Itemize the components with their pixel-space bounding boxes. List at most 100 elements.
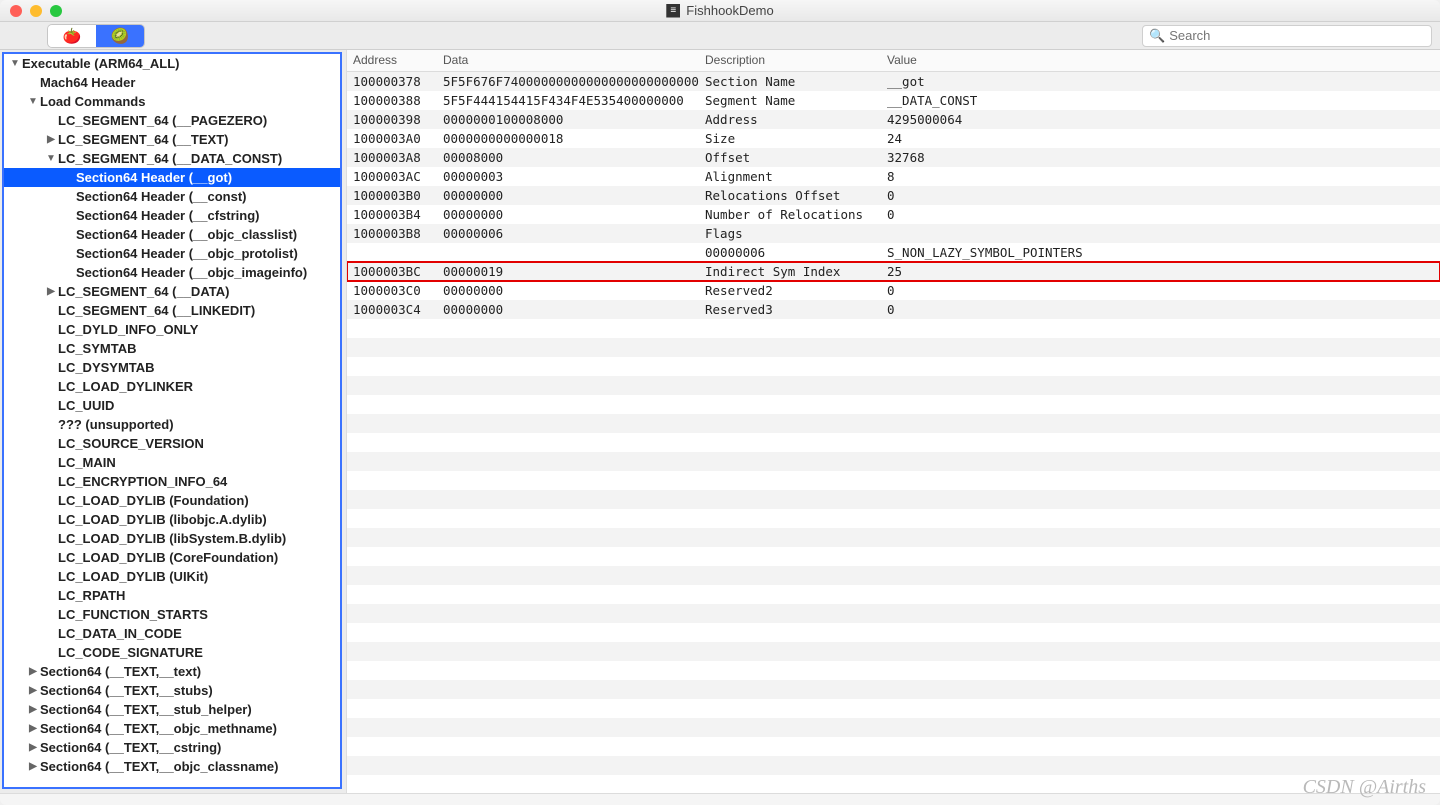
cell-val: S_NON_LAZY_SYMBOL_POINTERS xyxy=(881,242,1440,263)
tree-item[interactable]: LC_SEGMENT_64 (__TEXT) xyxy=(4,130,340,149)
cell-desc: Relocations Offset xyxy=(699,185,881,206)
tree-item-label: LC_LOAD_DYLIB (Foundation) xyxy=(58,493,249,508)
tree-item[interactable]: Mach64 Header xyxy=(4,73,340,92)
close-button[interactable] xyxy=(10,5,22,17)
table-row-empty xyxy=(347,528,1440,547)
table-row[interactable]: 1000003980000000100008000Address42950000… xyxy=(347,110,1440,129)
tree-item[interactable]: Section64 Header (__cfstring) xyxy=(4,206,340,225)
table-row-empty xyxy=(347,699,1440,718)
disclosure-triangle-icon[interactable] xyxy=(28,96,38,107)
table-row[interactable]: 1000003785F5F676F74000000000000000000000… xyxy=(347,72,1440,91)
table-row[interactable]: 1000003C400000000Reserved30 xyxy=(347,300,1440,319)
disclosure-triangle-icon[interactable] xyxy=(10,58,20,69)
disclosure-triangle-icon[interactable] xyxy=(46,286,56,297)
table-body[interactable]: 1000003785F5F676F74000000000000000000000… xyxy=(347,72,1440,793)
tree-item[interactable]: LC_SOURCE_VERSION xyxy=(4,434,340,453)
tree-item-label: Section64 Header (__const) xyxy=(76,189,247,204)
tree-item[interactable]: Section64 Header (__got) xyxy=(4,168,340,187)
tree-item[interactable]: Section64 (__TEXT,__text) xyxy=(4,662,340,681)
col-value[interactable]: Value xyxy=(881,50,1440,71)
disclosure-triangle-icon[interactable] xyxy=(46,134,56,145)
cell-addr: 1000003B4 xyxy=(347,204,437,225)
disclosure-triangle-icon[interactable] xyxy=(28,761,38,772)
tree-item[interactable]: LC_DYLD_INFO_ONLY xyxy=(4,320,340,339)
tree-item[interactable]: LC_FUNCTION_STARTS xyxy=(4,605,340,624)
tree-item[interactable]: LC_ENCRYPTION_INFO_64 xyxy=(4,472,340,491)
tree-item-label: LC_RPATH xyxy=(58,588,125,603)
tree-item[interactable]: Section64 (__TEXT,__stub_helper) xyxy=(4,700,340,719)
tree-item[interactable]: LC_RPATH xyxy=(4,586,340,605)
search-input[interactable] xyxy=(1169,28,1425,43)
tree-item[interactable]: LC_SEGMENT_64 (__LINKEDIT) xyxy=(4,301,340,320)
tree-item[interactable]: Section64 (__TEXT,__objc_classname) xyxy=(4,757,340,776)
table-row[interactable]: 00000006S_NON_LAZY_SYMBOL_POINTERS xyxy=(347,243,1440,262)
view-segmented-control[interactable]: 🍅 🥝 xyxy=(48,25,144,47)
cell-addr: 1000003C4 xyxy=(347,299,437,320)
tree-item-label: LC_DATA_IN_CODE xyxy=(58,626,182,641)
tree-item[interactable]: LC_UUID xyxy=(4,396,340,415)
tree-item[interactable]: LC_LOAD_DYLIB (libSystem.B.dylib) xyxy=(4,529,340,548)
tree-item[interactable]: LC_DYSYMTAB xyxy=(4,358,340,377)
tree-item[interactable]: LC_SYMTAB xyxy=(4,339,340,358)
table-row[interactable]: 1000003C000000000Reserved20 xyxy=(347,281,1440,300)
tree-item[interactable]: Section64 Header (__objc_imageinfo) xyxy=(4,263,340,282)
table-row-empty xyxy=(347,585,1440,604)
zoom-button[interactable] xyxy=(50,5,62,17)
table-row[interactable]: 1000003B800000006Flags xyxy=(347,224,1440,243)
cell-addr xyxy=(347,250,437,256)
table-row[interactable]: 1000003885F5F444154415F434F4E53540000000… xyxy=(347,91,1440,110)
app-window: ≡ FishhookDemo 🍅 🥝 🔍 Executable (ARM64_A… xyxy=(0,0,1440,805)
disclosure-triangle-icon[interactable] xyxy=(28,723,38,734)
cell-data: 0000000100008000 xyxy=(437,109,699,130)
tree-item-label: Executable (ARM64_ALL) xyxy=(22,56,179,71)
disclosure-triangle-icon[interactable] xyxy=(46,153,56,164)
tree-item-label: LC_LOAD_DYLIB (libobjc.A.dylib) xyxy=(58,512,267,527)
tree-item[interactable]: LC_LOAD_DYLIB (UIKit) xyxy=(4,567,340,586)
tree-item[interactable]: LC_LOAD_DYLINKER xyxy=(4,377,340,396)
tree-item[interactable]: Section64 Header (__const) xyxy=(4,187,340,206)
table-row[interactable]: 1000003AC00000003Alignment8 xyxy=(347,167,1440,186)
tree-item[interactable]: Section64 (__TEXT,__stubs) xyxy=(4,681,340,700)
table-row-empty xyxy=(347,566,1440,585)
tree-item[interactable]: LC_SEGMENT_64 (__DATA) xyxy=(4,282,340,301)
col-data[interactable]: Data xyxy=(437,50,699,71)
tree-item[interactable]: Section64 Header (__objc_protolist) xyxy=(4,244,340,263)
tree-item[interactable]: Section64 Header (__objc_classlist) xyxy=(4,225,340,244)
tree-item-label: LC_FUNCTION_STARTS xyxy=(58,607,208,622)
tree-item[interactable]: LC_LOAD_DYLIB (Foundation) xyxy=(4,491,340,510)
tree-item-label: ??? (unsupported) xyxy=(58,417,174,432)
disclosure-triangle-icon[interactable] xyxy=(28,685,38,696)
disclosure-triangle-icon[interactable] xyxy=(28,704,38,715)
disclosure-triangle-icon[interactable] xyxy=(28,742,38,753)
tree-item[interactable]: Section64 (__TEXT,__objc_methname) xyxy=(4,719,340,738)
tree-item[interactable]: Section64 (__TEXT,__cstring) xyxy=(4,738,340,757)
tree-item[interactable]: Executable (ARM64_ALL) xyxy=(4,54,340,73)
tree-item[interactable]: LC_CODE_SIGNATURE xyxy=(4,643,340,662)
tree-item[interactable]: Load Commands xyxy=(4,92,340,111)
search-icon: 🔍 xyxy=(1149,28,1165,44)
tree-item[interactable]: LC_SEGMENT_64 (__DATA_CONST) xyxy=(4,149,340,168)
view-seg-2[interactable]: 🥝 xyxy=(96,25,144,47)
tree-item[interactable]: LC_LOAD_DYLIB (libobjc.A.dylib) xyxy=(4,510,340,529)
search-field[interactable]: 🔍 xyxy=(1142,25,1432,47)
tree-item-label: Section64 Header (__cfstring) xyxy=(76,208,260,223)
table-row[interactable]: 1000003B400000000Number of Relocations0 xyxy=(347,205,1440,224)
tree-item-label: Section64 (__TEXT,__text) xyxy=(40,664,201,679)
table-row-empty xyxy=(347,680,1440,699)
minimize-button[interactable] xyxy=(30,5,42,17)
sidebar-tree[interactable]: Executable (ARM64_ALL) Mach64 HeaderLoad … xyxy=(2,52,342,789)
table-row[interactable]: 1000003A800008000Offset32768 xyxy=(347,148,1440,167)
view-seg-1[interactable]: 🍅 xyxy=(48,25,96,47)
tree-item[interactable]: LC_SEGMENT_64 (__PAGEZERO) xyxy=(4,111,340,130)
tree-item[interactable]: ??? (unsupported) xyxy=(4,415,340,434)
executable-icon: ≡ xyxy=(666,4,680,18)
col-desc[interactable]: Description xyxy=(699,50,881,71)
table-row[interactable]: 1000003A00000000000000018Size24 xyxy=(347,129,1440,148)
table-row[interactable]: 1000003B000000000Relocations Offset0 xyxy=(347,186,1440,205)
tree-item[interactable]: LC_DATA_IN_CODE xyxy=(4,624,340,643)
tree-item[interactable]: LC_LOAD_DYLIB (CoreFoundation) xyxy=(4,548,340,567)
disclosure-triangle-icon[interactable] xyxy=(28,666,38,677)
col-address[interactable]: Address xyxy=(347,50,437,71)
tree-item[interactable]: LC_MAIN xyxy=(4,453,340,472)
table-row[interactable]: 1000003BC00000019Indirect Sym Index25 xyxy=(347,262,1440,281)
